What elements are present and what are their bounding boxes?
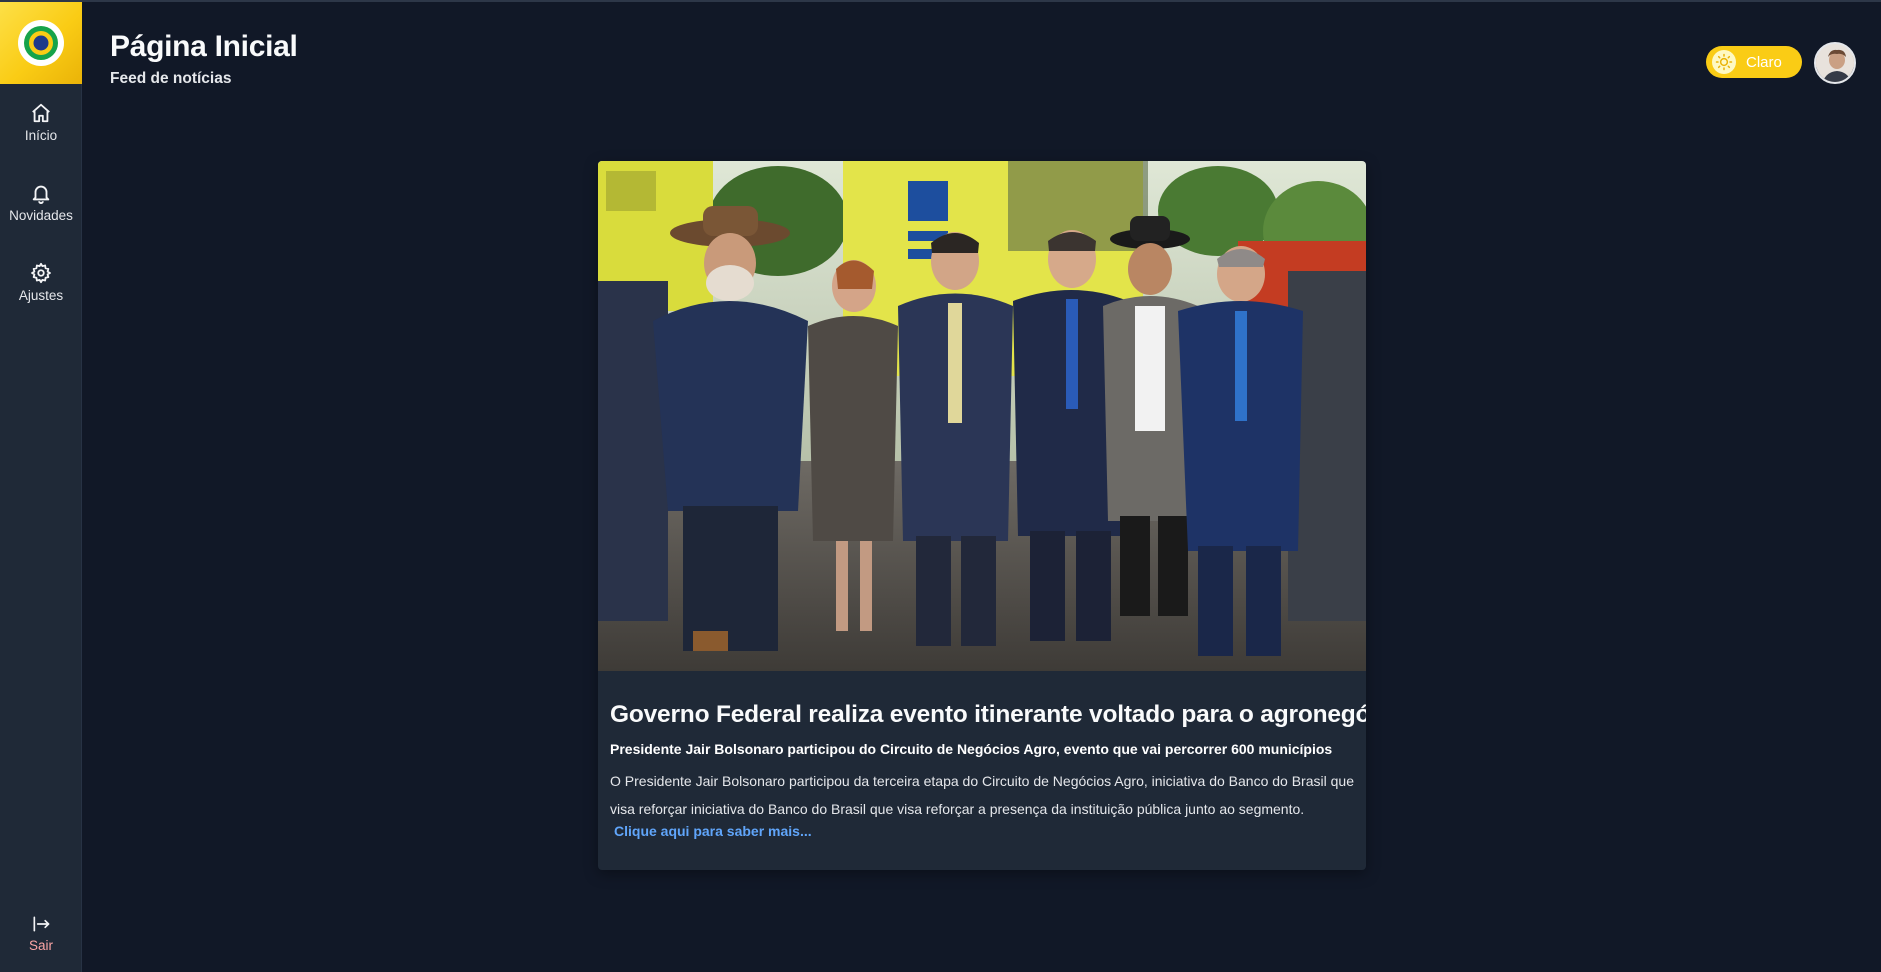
logo[interactable] — [0, 2, 82, 84]
logout-button[interactable]: Sair — [0, 914, 82, 953]
user-avatar[interactable] — [1814, 42, 1856, 84]
sidebar-item-label: Ajustes — [18, 288, 64, 303]
news-body: O Presidente Jair Bolsonaro participou d… — [610, 773, 1354, 817]
sun-icon — [1712, 50, 1736, 74]
sidebar-item-home[interactable]: Início — [0, 102, 82, 143]
news-title[interactable]: Governo Federal realiza evento itinerant… — [610, 701, 1366, 729]
sidebar-item-label: Início — [24, 128, 58, 143]
brazil-flag-circle-icon — [18, 20, 64, 66]
sidebar-item-label: Novidades — [9, 208, 73, 223]
page-title: Página Inicial — [110, 30, 298, 63]
sidebar: Início Novidades Ajustes Sair — [0, 2, 82, 972]
bell-icon — [32, 185, 50, 204]
news-card-body: Governo Federal realiza evento itinerant… — [598, 671, 1366, 841]
logout-icon — [33, 916, 50, 932]
news-image[interactable] — [598, 161, 1366, 671]
sidebar-item-settings[interactable]: Ajustes — [0, 262, 82, 303]
app-root: Início Novidades Ajustes Sair Página Ini… — [0, 0, 1881, 972]
page-subtitle: Feed de notícias — [110, 70, 232, 87]
sidebar-item-news[interactable]: Novidades — [0, 182, 82, 223]
news-subtitle: Presidente Jair Bolsonaro participou do … — [610, 741, 1333, 757]
theme-toggle-label: Claro — [1746, 53, 1782, 71]
read-more-link[interactable]: Clique aqui para saber mais... — [614, 823, 812, 839]
news-card[interactable]: Governo Federal realiza evento itinerant… — [598, 161, 1366, 870]
logout-label: Sair — [28, 938, 53, 953]
home-icon — [32, 103, 50, 123]
theme-toggle[interactable]: Claro — [1706, 46, 1802, 78]
gear-icon — [31, 262, 51, 284]
group-photo — [598, 161, 1366, 671]
